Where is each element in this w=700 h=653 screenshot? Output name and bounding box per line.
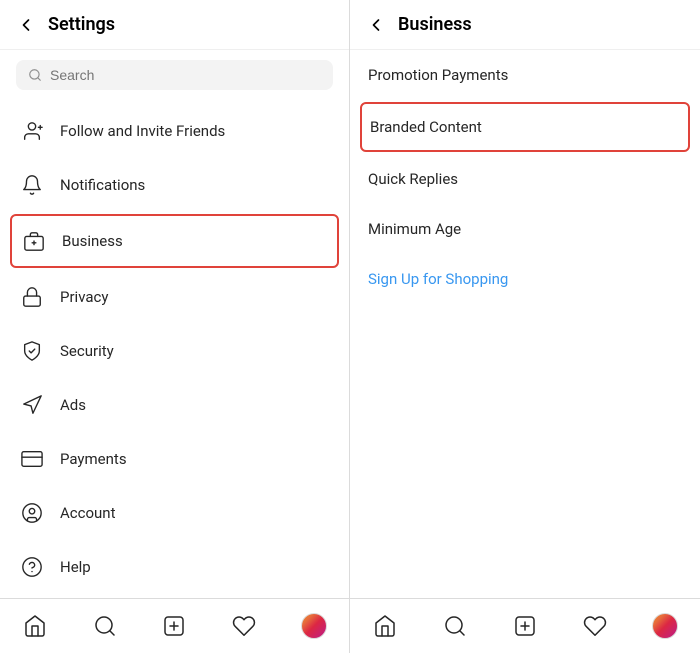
privacy-label: Privacy bbox=[60, 288, 108, 306]
menu-item-privacy[interactable]: Privacy bbox=[0, 270, 349, 324]
right-menu-item-sign-up-shopping[interactable]: Sign Up for Shopping bbox=[350, 254, 700, 304]
left-nav-search[interactable] bbox=[85, 609, 125, 643]
follow-label: Follow and Invite Friends bbox=[60, 122, 225, 140]
right-menu-item-promotion-payments[interactable]: Promotion Payments bbox=[350, 50, 700, 100]
left-nav-add[interactable] bbox=[154, 609, 194, 643]
shield-icon bbox=[18, 337, 46, 365]
search-bar bbox=[16, 60, 333, 90]
help-label: Help bbox=[60, 558, 91, 576]
follow-icon bbox=[18, 117, 46, 145]
right-nav-heart[interactable] bbox=[575, 609, 615, 643]
quick-replies-label: Quick Replies bbox=[368, 170, 458, 188]
menu-item-help[interactable]: Help bbox=[0, 540, 349, 594]
payments-label: Payments bbox=[60, 450, 127, 468]
menu-item-ads[interactable]: Ads bbox=[0, 378, 349, 432]
bell-icon bbox=[18, 171, 46, 199]
right-nav-avatar[interactable] bbox=[645, 609, 685, 643]
card-icon bbox=[18, 445, 46, 473]
left-panel: Settings Follow and Invite Friends bbox=[0, 0, 350, 653]
menu-item-about[interactable]: About bbox=[0, 594, 349, 598]
left-nav-heart[interactable] bbox=[224, 609, 264, 643]
business-icon bbox=[20, 227, 48, 255]
business-label: Business bbox=[62, 232, 123, 250]
right-menu-item-minimum-age[interactable]: Minimum Age bbox=[350, 204, 700, 254]
right-bottom-nav bbox=[350, 598, 700, 653]
right-menu-item-quick-replies[interactable]: Quick Replies bbox=[350, 154, 700, 204]
megaphone-icon bbox=[18, 391, 46, 419]
left-bottom-nav bbox=[0, 598, 349, 653]
right-menu-item-branded-content[interactable]: Branded Content bbox=[360, 102, 690, 152]
account-icon bbox=[18, 499, 46, 527]
right-panel: Business Promotion Payments Branded Cont… bbox=[350, 0, 700, 653]
left-nav-home[interactable] bbox=[15, 609, 55, 643]
promotion-payments-label: Promotion Payments bbox=[368, 66, 508, 84]
security-label: Security bbox=[60, 342, 114, 360]
branded-content-label: Branded Content bbox=[370, 118, 482, 136]
menu-item-security[interactable]: Security bbox=[0, 324, 349, 378]
settings-menu-list: Follow and Invite Friends Notifications bbox=[0, 100, 349, 598]
left-title: Settings bbox=[48, 14, 115, 35]
menu-item-follow[interactable]: Follow and Invite Friends bbox=[0, 104, 349, 158]
right-header: Business bbox=[350, 0, 700, 50]
menu-item-payments[interactable]: Payments bbox=[0, 432, 349, 486]
search-icon bbox=[28, 68, 42, 82]
sign-up-shopping-label: Sign Up for Shopping bbox=[368, 270, 508, 288]
menu-item-notifications[interactable]: Notifications bbox=[0, 158, 349, 212]
right-nav-add[interactable] bbox=[505, 609, 545, 643]
right-nav-search[interactable] bbox=[435, 609, 475, 643]
right-nav-home[interactable] bbox=[365, 609, 405, 643]
left-nav-avatar[interactable] bbox=[294, 609, 334, 643]
left-back-button[interactable] bbox=[16, 15, 36, 35]
search-input[interactable] bbox=[50, 67, 321, 83]
account-label: Account bbox=[60, 504, 116, 522]
ads-label: Ads bbox=[60, 396, 86, 414]
left-header: Settings bbox=[0, 0, 349, 50]
menu-item-business[interactable]: Business bbox=[10, 214, 339, 268]
help-icon bbox=[18, 553, 46, 581]
menu-item-account[interactable]: Account bbox=[0, 486, 349, 540]
notifications-label: Notifications bbox=[60, 176, 145, 194]
right-back-button[interactable] bbox=[366, 15, 386, 35]
minimum-age-label: Minimum Age bbox=[368, 220, 461, 238]
lock-icon bbox=[18, 283, 46, 311]
business-menu-list: Promotion Payments Branded Content Quick… bbox=[350, 50, 700, 598]
right-title: Business bbox=[398, 14, 472, 35]
